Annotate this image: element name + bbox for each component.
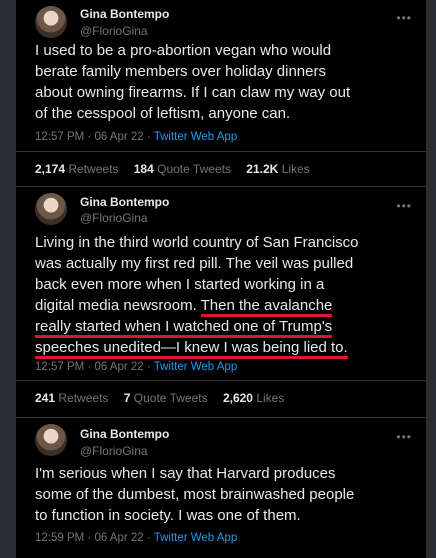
tweet-text-line: Living in the third world country of San… (35, 234, 359, 251)
likes-count: 21.2K (246, 162, 279, 176)
tweet-text-line: back even more when I started working in… (35, 276, 325, 293)
tweet-text-line: speeches unedited—I knew I was being lie… (35, 337, 420, 359)
tweet-text-line: some of the dumbest, most brainwashed pe… (35, 486, 355, 503)
author-handle[interactable]: @FlorioGina (80, 444, 148, 458)
divider (16, 151, 426, 152)
avatar[interactable] (35, 193, 67, 225)
tweet-source-link[interactable]: Twitter Web App (154, 361, 238, 373)
likes-stat[interactable]: 2,620 Likes (223, 391, 284, 405)
tweet-text-line: digital media newsroom. Then the avalanc… (35, 295, 420, 317)
quote-tweets-count: 184 (133, 162, 154, 176)
avatar[interactable] (35, 6, 67, 38)
tweet-stats: 241 Retweets 7 Quote Tweets 2,620 Likes (35, 391, 296, 405)
avatar[interactable] (35, 424, 67, 456)
tweet-thread-screenshot: Gina Bontempo @FlorioGina ••• I used to … (16, 0, 426, 558)
quote-tweets-stat[interactable]: 184 Quote Tweets (134, 162, 231, 176)
retweets-count: 241 (35, 391, 56, 405)
tweet-timestamp: 12:57 PM · 06 Apr 22 · Twitter Web App (35, 361, 237, 373)
tweet-text: I'm serious when I say that Harvard prod… (35, 463, 420, 526)
likes-label: Likes (256, 391, 285, 405)
retweets-label: Retweets (58, 391, 109, 405)
tweet-timestamp: 12:59 PM · 06 Apr 22 · Twitter Web App (35, 532, 237, 544)
tweet-text: I used to be a pro-abortion vegan who wo… (35, 40, 420, 124)
quote-tweets-label: Quote Tweets (157, 162, 231, 176)
tweet-timestamp: 12:57 PM · 06 Apr 22 · Twitter Web App (35, 131, 237, 143)
tweet-time[interactable]: 12:57 PM · 06 Apr 22 · (35, 361, 154, 373)
tweet-text-line: I used to be a pro-abortion vegan who wo… (35, 42, 332, 59)
tweet-source-link[interactable]: Twitter Web App (154, 131, 238, 143)
tweet-text-line: really started when I watched one of Tru… (35, 316, 420, 338)
tweet-text-line: to function in society. I was one of the… (35, 507, 301, 524)
tweet-text: Living in the third world country of San… (35, 232, 420, 359)
tweet-2[interactable]: Gina Bontempo @FlorioGina ••• Living in … (16, 187, 426, 417)
tweet-text-line: berate family members over holiday dinne… (35, 63, 326, 80)
author-handle[interactable]: @FlorioGina (80, 24, 148, 38)
author-name[interactable]: Gina Bontempo (80, 7, 169, 21)
tweet-stats: 2,174 Retweets 184 Quote Tweets 21.2K Li… (35, 162, 322, 176)
retweets-stat[interactable]: 241 Retweets (35, 391, 108, 405)
retweets-label: Retweets (68, 162, 119, 176)
author-name[interactable]: Gina Bontempo (80, 427, 169, 441)
highlighted-text: Then the avalanche (200, 297, 333, 317)
author-handle[interactable]: @FlorioGina (80, 211, 148, 225)
tweet-text-line: of the cesspool of leftism, anyone can. (35, 105, 291, 122)
more-dots-icon[interactable]: ••• (396, 430, 412, 444)
more-dots-icon[interactable]: ••• (396, 11, 412, 25)
retweets-stat[interactable]: 2,174 Retweets (35, 162, 118, 176)
likes-label: Likes (281, 162, 310, 176)
author-name[interactable]: Gina Bontempo (80, 195, 169, 209)
likes-stat[interactable]: 21.2K Likes (246, 162, 309, 176)
tweet-text-line: about owning firearms. If I can claw my … (35, 84, 351, 101)
tweet-text-segment: digital media newsroom. (35, 297, 201, 314)
more-dots-icon[interactable]: ••• (396, 199, 412, 213)
tweet-time[interactable]: 12:57 PM · 06 Apr 22 · (35, 131, 154, 143)
highlighted-text: speeches unedited—I knew I was being lie… (35, 339, 348, 359)
quote-tweets-stat[interactable]: 7 Quote Tweets (124, 391, 208, 405)
quote-tweets-label: Quote Tweets (133, 391, 208, 405)
likes-count: 2,620 (222, 391, 253, 405)
tweet-source-link[interactable]: Twitter Web App (154, 532, 238, 544)
tweet-text-line: was actually my first red pill. The veil… (35, 255, 354, 272)
tweet-text-line: I'm serious when I say that Harvard prod… (35, 465, 336, 482)
tweet-3[interactable]: Gina Bontempo @FlorioGina ••• I'm seriou… (16, 418, 426, 558)
divider (16, 380, 426, 381)
tweet-time[interactable]: 12:59 PM · 06 Apr 22 · (35, 532, 154, 544)
tweet-1[interactable]: Gina Bontempo @FlorioGina ••• I used to … (16, 0, 426, 186)
retweets-count: 2,174 (35, 162, 66, 176)
quote-tweets-count: 7 (123, 391, 131, 405)
highlighted-text: really started when I watched one of Tru… (35, 318, 333, 338)
